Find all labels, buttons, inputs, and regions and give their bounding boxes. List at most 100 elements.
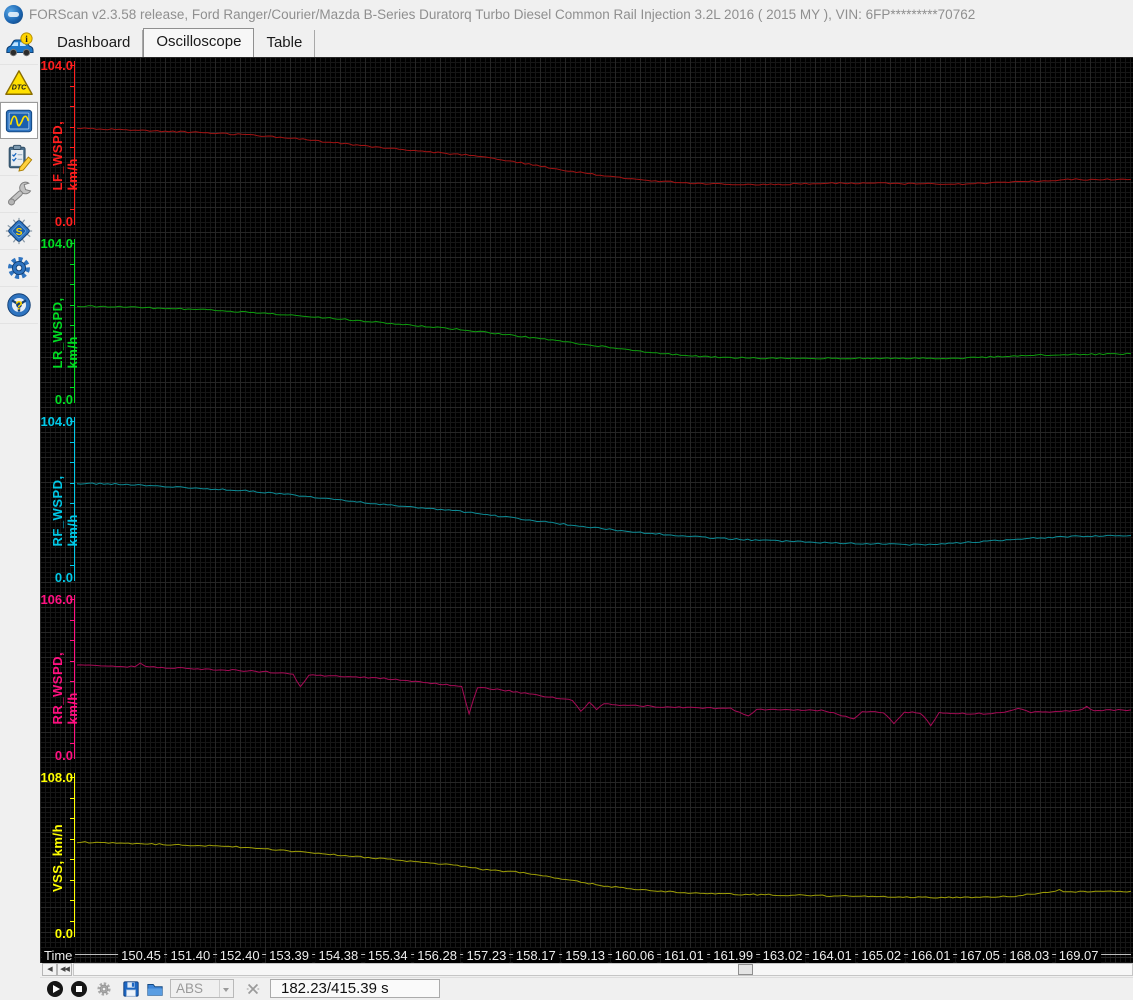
save-button[interactable] <box>120 979 142 999</box>
clear-marks-button[interactable] <box>242 979 264 999</box>
play-icon <box>47 981 63 997</box>
gear-disabled-icon <box>97 982 111 996</box>
channel-label: VSS, km/h <box>50 823 65 893</box>
chip-icon: S <box>5 217 33 245</box>
svg-text:S: S <box>16 227 23 238</box>
scope-channel-3: 104.0 0.0 RF_WSPD, km/h <box>40 413 1133 591</box>
axis-tick-mark <box>70 619 74 621</box>
time-tick-label: 163.02 <box>759 948 806 963</box>
sidebar-item-help[interactable]: ? <box>0 287 38 324</box>
channel-trace <box>76 841 1132 899</box>
time-tick-label: 169.07 <box>1055 948 1102 963</box>
car-info-icon: i <box>6 32 34 57</box>
channel-scale-min: 0.0 <box>54 214 73 229</box>
gear-icon <box>8 257 30 279</box>
channel-trace <box>76 662 1132 727</box>
scroll-left-fast-button[interactable]: ◀◀ <box>57 963 72 976</box>
axis-tick-mark <box>70 325 74 326</box>
scrollbar-thumb[interactable] <box>738 964 753 975</box>
sidebar-item-dtc[interactable]: DTC <box>0 65 38 102</box>
axis-tick-mark <box>70 838 74 840</box>
channel-scale-max: 108.0 <box>40 770 73 785</box>
time-tick-label: 165.02 <box>858 948 905 963</box>
load-button[interactable] <box>144 979 166 999</box>
axis-tick-mark <box>70 701 74 703</box>
channel-trace <box>76 482 1132 546</box>
axis-tick-mark <box>70 681 74 682</box>
horizontal-scrollbar: ◀ ◀◀ <box>40 963 1133 977</box>
time-tick-label: 164.01 <box>809 948 855 963</box>
sidebar-item-tests[interactable] <box>0 139 38 176</box>
time-position-field: 182.23/415.39 s <box>270 979 440 998</box>
time-axis: Time 150.45 151.40 152.40 153.39 154.38 155.3… <box>40 947 1133 963</box>
time-tick-label: 159.13 <box>562 948 609 963</box>
sidebar: i DTC S ? <box>0 28 41 1000</box>
tab-table[interactable]: Table <box>254 30 316 57</box>
axis-tick-mark <box>70 345 74 347</box>
tab-dashboard[interactable]: Dashboard <box>45 30 144 57</box>
axis-tick-mark <box>70 722 74 723</box>
axis-tick-mark <box>70 859 74 860</box>
axis-tick-mark <box>70 660 74 662</box>
dropdown-arrow-icon <box>219 980 233 997</box>
axis-tick-mark <box>70 777 74 778</box>
time-tick-label: 155.34 <box>364 948 411 963</box>
tab-oscilloscope[interactable]: Oscilloscope <box>143 28 255 57</box>
time-tick-label: 167.05 <box>957 948 1003 963</box>
oscilloscope-screen: 108.0 0.0 VSS, km/h 106.0 0.0 RR_WSPD, km/h 10… <box>40 57 1133 963</box>
axis-tick-mark <box>70 640 74 641</box>
forscan-logo-icon <box>4 4 23 24</box>
sidebar-item-configuration[interactable]: S <box>0 213 38 250</box>
forscan-window: FORScan v2.3.58 release, Ford Ranger/Cou… <box>0 0 1133 1000</box>
axis-tick-mark <box>70 742 74 744</box>
play-button[interactable] <box>44 979 66 999</box>
axis-tick-mark <box>70 879 74 881</box>
title-bar: FORScan v2.3.58 release, Ford Ranger/Cou… <box>0 0 1133 29</box>
axis-tick-mark <box>70 441 74 443</box>
channel-scale-max: 104.0 <box>40 414 73 429</box>
sidebar-item-service[interactable] <box>0 176 38 213</box>
time-tick-label: 153.39 <box>266 948 312 963</box>
sidebar-item-settings[interactable] <box>0 250 38 287</box>
axis-tick-mark <box>70 126 74 128</box>
content-area: Dashboard Oscilloscope Table 108.0 0.0 VSS… <box>40 28 1133 1000</box>
time-tick-label: 151.40 <box>167 948 214 963</box>
axis-tick-mark <box>70 106 74 107</box>
channel-scale-min: 0.0 <box>54 570 73 585</box>
svg-text:DTC: DTC <box>12 85 27 92</box>
save-icon <box>123 981 139 997</box>
scope-settings-button[interactable] <box>93 979 115 999</box>
stop-icon <box>71 981 87 997</box>
axis-tick-mark <box>70 304 74 306</box>
clipboard-tests-icon <box>8 144 33 172</box>
axis-tick-mark <box>70 818 74 819</box>
axis-tick-mark <box>70 85 74 87</box>
folder-icon <box>147 984 163 996</box>
axis-tick-mark <box>70 284 74 285</box>
axis-tick-mark <box>70 523 74 525</box>
sidebar-item-vehicle-info[interactable]: i <box>0 28 38 65</box>
time-tick-label: 161.01 <box>660 948 707 963</box>
channel-scale-max: 106.0 <box>40 592 73 607</box>
axis-tick-mark <box>70 462 74 463</box>
sidebar-item-oscilloscope[interactable] <box>0 102 38 139</box>
time-tick-label: 156.28 <box>414 948 460 963</box>
axis-tick-mark <box>70 920 74 922</box>
axis-tick-mark <box>70 366 74 367</box>
axis-tick-mark <box>70 503 74 504</box>
scroll-left-button[interactable]: ◀ <box>42 963 57 976</box>
scope-channel-5: 108.0 0.0 VSS, km/h <box>40 769 1133 947</box>
axis-tick-mark <box>70 797 74 799</box>
axis-tick-mark <box>70 564 74 566</box>
channel-scale-min: 0.0 <box>54 392 73 407</box>
axis-tick-mark <box>70 482 74 484</box>
bottom-toolbar: ABS 182.23/415.39 s <box>40 977 1133 1000</box>
module-dropdown[interactable]: ABS <box>170 979 234 998</box>
stop-button[interactable] <box>68 979 90 999</box>
axis-tick-mark <box>70 208 74 210</box>
channel-scale-max: 104.0 <box>40 58 73 73</box>
axis-tick-mark <box>70 544 74 545</box>
axis-tick-mark <box>70 147 74 148</box>
scrollbar-track[interactable] <box>73 963 1133 976</box>
time-position-value: 182.23/415.39 s <box>281 980 389 997</box>
